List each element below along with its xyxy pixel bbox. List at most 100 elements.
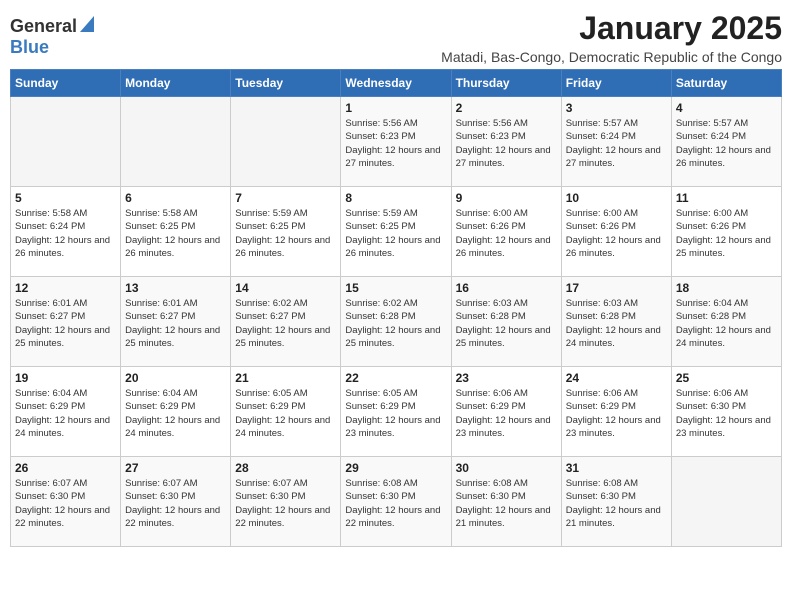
calendar-cell: 15 Sunrise: 6:02 AMSunset: 6:28 PMDayligh… — [341, 277, 451, 367]
week-row-2: 5 Sunrise: 5:58 AMSunset: 6:24 PMDaylight… — [11, 187, 782, 277]
column-header-thursday: Thursday — [451, 70, 561, 97]
month-title: January 2025 — [441, 10, 782, 47]
day-info: Sunrise: 6:02 AMSunset: 6:27 PMDaylight:… — [235, 297, 336, 350]
day-info: Sunrise: 6:03 AMSunset: 6:28 PMDaylight:… — [566, 297, 667, 350]
day-info: Sunrise: 6:00 AMSunset: 6:26 PMDaylight:… — [676, 207, 777, 260]
day-number: 9 — [456, 191, 557, 205]
day-info: Sunrise: 5:58 AMSunset: 6:25 PMDaylight:… — [125, 207, 226, 260]
calendar-cell: 8Sunrise: 5:59 AMSunset: 6:25 PMDaylight… — [341, 187, 451, 277]
day-info: Sunrise: 5:56 AMSunset: 6:23 PMDaylight:… — [456, 117, 557, 170]
day-number: 20 — [125, 371, 226, 385]
calendar-cell: 3 Sunrise: 5:57 AMSunset: 6:24 PMDaylight… — [561, 97, 671, 187]
calendar-header-row: SundayMondayTuesdayWednesdayThursdayFrid… — [11, 70, 782, 97]
day-info: Sunrise: 6:06 AMSunset: 6:30 PMDaylight:… — [676, 387, 777, 440]
day-number: 18 — [676, 281, 777, 295]
calendar-cell: 12 Sunrise: 6:01 AMSunset: 6:27 PMDayligh… — [11, 277, 121, 367]
calendar-cell — [11, 97, 121, 187]
day-info: Sunrise: 6:00 AMSunset: 6:26 PMDaylight:… — [456, 207, 557, 260]
calendar-cell: 5 Sunrise: 5:58 AMSunset: 6:24 PMDaylight… — [11, 187, 121, 277]
day-number: 1 — [345, 101, 446, 115]
day-number: 2 — [456, 101, 557, 115]
calendar-table: SundayMondayTuesdayWednesdayThursdayFrid… — [10, 69, 782, 547]
day-info: Sunrise: 6:00 AMSunset: 6:26 PMDaylight:… — [566, 207, 667, 260]
day-info: Sunrise: 6:02 AMSunset: 6:28 PMDaylight:… — [345, 297, 446, 350]
calendar-cell: 2 Sunrise: 5:56 AMSunset: 6:23 PMDaylight… — [451, 97, 561, 187]
calendar-cell: 25 Sunrise: 6:06 AMSunset: 6:30 PMDayligh… — [671, 367, 781, 457]
day-number: 4 — [676, 101, 777, 115]
calendar-cell: 18 Sunrise: 6:04 AMSunset: 6:28 PMDayligh… — [671, 277, 781, 367]
calendar-cell: 13 Sunrise: 6:01 AMSunset: 6:27 PMDayligh… — [121, 277, 231, 367]
column-header-monday: Monday — [121, 70, 231, 97]
day-number: 24 — [566, 371, 667, 385]
calendar-cell — [671, 457, 781, 547]
logo: General Blue — [10, 10, 94, 64]
day-number: 11 — [676, 191, 777, 205]
header: General Blue January 2025 Matadi, Bas-Co… — [10, 10, 782, 65]
day-info: Sunrise: 6:08 AMSunset: 6:30 PMDaylight:… — [345, 477, 446, 530]
day-info: Sunrise: 6:06 AMSunset: 6:29 PMDaylight:… — [566, 387, 667, 440]
calendar-cell: 21 Sunrise: 6:05 AMSunset: 6:29 PMDayligh… — [231, 367, 341, 457]
day-number: 17 — [566, 281, 667, 295]
day-number: 26 — [15, 461, 116, 475]
calendar-cell: 16 Sunrise: 6:03 AMSunset: 6:28 PMDayligh… — [451, 277, 561, 367]
day-number: 15 — [345, 281, 446, 295]
day-number: 21 — [235, 371, 336, 385]
day-number: 30 — [456, 461, 557, 475]
logo-triangle-icon — [80, 16, 94, 37]
calendar-cell: 31 Sunrise: 6:08 AMSunset: 6:30 PMDayligh… — [561, 457, 671, 547]
week-row-3: 12 Sunrise: 6:01 AMSunset: 6:27 PMDayligh… — [11, 277, 782, 367]
day-info: Sunrise: 6:04 AMSunset: 6:28 PMDaylight:… — [676, 297, 777, 350]
column-header-friday: Friday — [561, 70, 671, 97]
day-info: Sunrise: 6:01 AMSunset: 6:27 PMDaylight:… — [125, 297, 226, 350]
calendar-cell: 10Sunrise: 6:00 AMSunset: 6:26 PMDayligh… — [561, 187, 671, 277]
calendar-cell: 11 Sunrise: 6:00 AMSunset: 6:26 PMDayligh… — [671, 187, 781, 277]
calendar-cell: 20Sunrise: 6:04 AMSunset: 6:29 PMDayligh… — [121, 367, 231, 457]
calendar-cell: 29 Sunrise: 6:08 AMSunset: 6:30 PMDayligh… — [341, 457, 451, 547]
calendar-cell: 7Sunrise: 5:59 AMSunset: 6:25 PMDaylight… — [231, 187, 341, 277]
day-info: Sunrise: 6:07 AMSunset: 6:30 PMDaylight:… — [125, 477, 226, 530]
day-info: Sunrise: 6:03 AMSunset: 6:28 PMDaylight:… — [456, 297, 557, 350]
day-number: 8 — [345, 191, 446, 205]
day-number: 16 — [456, 281, 557, 295]
day-info: Sunrise: 6:08 AMSunset: 6:30 PMDaylight:… — [456, 477, 557, 530]
day-info: Sunrise: 5:58 AMSunset: 6:24 PMDaylight:… — [15, 207, 116, 260]
day-number: 25 — [676, 371, 777, 385]
calendar-cell: 24 Sunrise: 6:06 AMSunset: 6:29 PMDayligh… — [561, 367, 671, 457]
day-number: 31 — [566, 461, 667, 475]
day-info: Sunrise: 5:57 AMSunset: 6:24 PMDaylight:… — [566, 117, 667, 170]
day-info: Sunrise: 5:57 AMSunset: 6:24 PMDaylight:… — [676, 117, 777, 170]
day-number: 12 — [15, 281, 116, 295]
calendar-cell — [121, 97, 231, 187]
day-number: 29 — [345, 461, 446, 475]
calendar-cell: 22Sunrise: 6:05 AMSunset: 6:29 PMDayligh… — [341, 367, 451, 457]
day-number: 27 — [125, 461, 226, 475]
day-info: Sunrise: 6:01 AMSunset: 6:27 PMDaylight:… — [15, 297, 116, 350]
day-number: 5 — [15, 191, 116, 205]
subtitle: Matadi, Bas-Congo, Democratic Republic o… — [441, 49, 782, 65]
calendar-cell: 30 Sunrise: 6:08 AMSunset: 6:30 PMDayligh… — [451, 457, 561, 547]
calendar-cell: 9 Sunrise: 6:00 AMSunset: 6:26 PMDaylight… — [451, 187, 561, 277]
calendar-cell: 23Sunrise: 6:06 AMSunset: 6:29 PMDayligh… — [451, 367, 561, 457]
day-number: 3 — [566, 101, 667, 115]
day-number: 13 — [125, 281, 226, 295]
day-info: Sunrise: 6:05 AMSunset: 6:29 PMDaylight:… — [345, 387, 446, 440]
day-number: 14 — [235, 281, 336, 295]
day-info: Sunrise: 5:56 AMSunset: 6:23 PMDaylight:… — [345, 117, 446, 170]
calendar-body: 1 Sunrise: 5:56 AMSunset: 6:23 PMDaylight… — [11, 97, 782, 547]
day-info: Sunrise: 6:07 AMSunset: 6:30 PMDaylight:… — [15, 477, 116, 530]
calendar-cell: 28Sunrise: 6:07 AMSunset: 6:30 PMDayligh… — [231, 457, 341, 547]
day-info: Sunrise: 6:07 AMSunset: 6:30 PMDaylight:… — [235, 477, 336, 530]
day-info: Sunrise: 6:04 AMSunset: 6:29 PMDaylight:… — [15, 387, 116, 440]
calendar-cell: 6Sunrise: 5:58 AMSunset: 6:25 PMDaylight… — [121, 187, 231, 277]
week-row-4: 19 Sunrise: 6:04 AMSunset: 6:29 PMDayligh… — [11, 367, 782, 457]
day-number: 19 — [15, 371, 116, 385]
calendar-cell: 26 Sunrise: 6:07 AMSunset: 6:30 PMDayligh… — [11, 457, 121, 547]
calendar-cell: 19 Sunrise: 6:04 AMSunset: 6:29 PMDayligh… — [11, 367, 121, 457]
calendar-cell: 14 Sunrise: 6:02 AMSunset: 6:27 PMDayligh… — [231, 277, 341, 367]
day-number: 23 — [456, 371, 557, 385]
calendar-cell — [231, 97, 341, 187]
week-row-1: 1 Sunrise: 5:56 AMSunset: 6:23 PMDaylight… — [11, 97, 782, 187]
day-info: Sunrise: 6:08 AMSunset: 6:30 PMDaylight:… — [566, 477, 667, 530]
logo-general: General — [10, 16, 77, 37]
day-info: Sunrise: 6:05 AMSunset: 6:29 PMDaylight:… — [235, 387, 336, 440]
